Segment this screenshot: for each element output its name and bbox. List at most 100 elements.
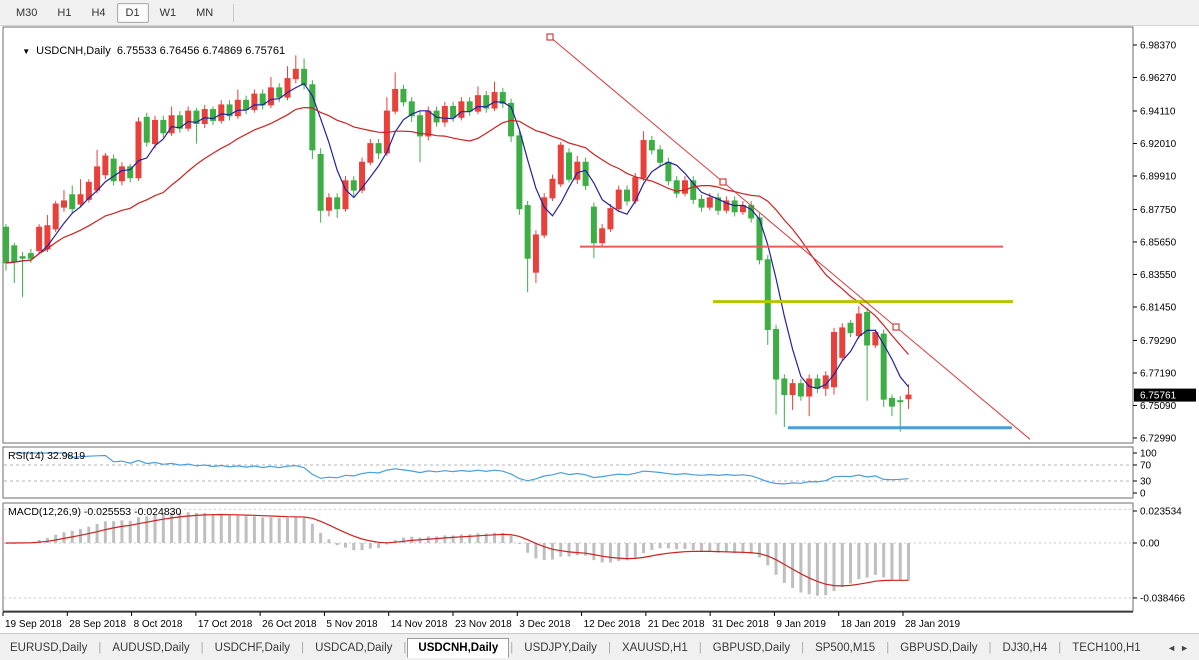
macd-bar: [626, 543, 629, 560]
macd-bar: [278, 518, 281, 543]
macd-bar: [683, 543, 686, 549]
bull-candle: [186, 111, 191, 128]
date-tick-label: 12 Dec 2018: [584, 619, 641, 630]
bull-candle: [442, 106, 447, 121]
macd-bar: [849, 543, 852, 584]
timeframe-button-d1[interactable]: D1: [117, 3, 149, 23]
macd-bar: [874, 543, 877, 575]
rsi-indicator-label: RSI(14) 32.9819: [8, 450, 85, 462]
tab-scroll-left-icon[interactable]: ◄: [1167, 643, 1180, 653]
bull-candle: [492, 93, 497, 108]
rsi-panel[interactable]: [3, 447, 1133, 498]
macd-bar: [907, 543, 910, 580]
price-panel[interactable]: [3, 27, 1133, 443]
macd-bar: [203, 513, 206, 543]
bear-candle: [699, 199, 704, 207]
tab-gbpusd-daily[interactable]: GBPUSD,Daily: [703, 638, 800, 658]
rsi-scale: 10070300: [1133, 449, 1157, 500]
bull-candle: [832, 333, 837, 387]
macd-bar: [195, 513, 198, 543]
macd-tick-label: 0.00: [1140, 539, 1160, 550]
bull-candle: [37, 227, 42, 250]
macd-bar: [576, 543, 579, 555]
timeframe-button-m30[interactable]: M30: [7, 3, 46, 23]
tab-tech100-h1[interactable]: TECH100,H1: [1062, 638, 1150, 658]
date-tick-label: 14 Nov 2018: [391, 619, 448, 630]
macd-bar: [882, 543, 885, 577]
tab-scroll-right-icon[interactable]: ►: [1180, 643, 1193, 653]
macd-bar: [534, 543, 537, 558]
macd-bar: [899, 543, 902, 580]
tab-usdcad-daily[interactable]: USDCAD,Daily: [305, 638, 402, 658]
macd-bar: [187, 512, 190, 543]
macd-bar: [62, 532, 65, 543]
macd-bar: [758, 543, 761, 558]
bear-candle: [898, 401, 903, 402]
macd-bar: [700, 543, 703, 551]
macd-bar: [311, 524, 314, 543]
bull-candle: [840, 328, 845, 357]
macd-bar: [112, 521, 115, 543]
macd-bar: [592, 543, 595, 560]
date-tick-label: 3 Dec 2018: [519, 619, 571, 630]
trendline-handle-2[interactable]: [893, 324, 899, 330]
bear-candle: [889, 398, 894, 406]
macd-bar: [518, 543, 521, 544]
tab-sp500-m15[interactable]: SP500,M15: [805, 638, 885, 658]
macd-bar: [791, 543, 794, 588]
bull-candle: [153, 120, 158, 143]
bull-candle: [78, 195, 83, 204]
macd-bar: [708, 543, 711, 552]
macd-bar: [559, 543, 562, 557]
date-tick-label: 8 Oct 2018: [134, 619, 183, 630]
bear-candle: [310, 85, 315, 150]
bull-candle: [707, 198, 712, 207]
macd-bar: [609, 543, 612, 562]
date-tick-label: 28 Sep 2018: [69, 619, 126, 630]
tab-usdcnh-daily[interactable]: USDCNH,Daily: [407, 638, 509, 658]
tab-gbpusd-daily[interactable]: GBPUSD,Daily: [890, 638, 987, 658]
bear-candle: [591, 207, 596, 243]
tab-usdjpy-daily[interactable]: USDJPY,Daily: [514, 638, 607, 658]
trendline-handle-1[interactable]: [720, 179, 726, 185]
trendline-handle-0[interactable]: [547, 34, 553, 40]
bear-candle: [4, 227, 9, 263]
tab-usdchf-daily[interactable]: USDCHF,Daily: [205, 638, 300, 658]
macd-bar: [303, 518, 306, 543]
macd-bar: [824, 543, 827, 595]
tab-scroll-arrows[interactable]: ◄►: [1167, 643, 1199, 653]
macd-bar: [443, 535, 446, 543]
price-tick-label: 6.96270: [1140, 73, 1177, 84]
chart-canvas[interactable]: 6.983706.962706.941106.920106.899106.877…: [0, 26, 1199, 633]
bull-candle: [95, 167, 100, 190]
macd-bar: [634, 543, 637, 558]
tab-audusd-daily[interactable]: AUDUSD,Daily: [102, 638, 199, 658]
bear-candle: [658, 150, 663, 162]
tab-dj30-h4[interactable]: DJ30,H4: [993, 638, 1058, 658]
macd-bar: [286, 518, 289, 543]
timeframe-button-h1[interactable]: H1: [48, 3, 80, 23]
macd-bar: [841, 543, 844, 587]
rsi-tick-label: 30: [1140, 477, 1152, 488]
price-scale[interactable]: 6.983706.962706.941106.920106.899106.877…: [1133, 41, 1196, 445]
bear-candle: [567, 153, 572, 179]
bear-candle: [865, 312, 870, 345]
bear-candle: [28, 254, 33, 259]
timeframe-button-w1[interactable]: W1: [151, 3, 186, 23]
timeframe-button-mn[interactable]: MN: [187, 3, 222, 23]
tab-xauusd-h1[interactable]: XAUUSD,H1: [612, 638, 698, 658]
bull-candle: [426, 111, 431, 136]
bull-candle: [53, 204, 58, 229]
timeframe-button-h4[interactable]: H4: [82, 3, 114, 23]
bull-candle: [608, 209, 613, 229]
time-scale[interactable]: 19 Sep 201828 Sep 20188 Oct 201817 Oct 2…: [3, 612, 1133, 630]
symbol-dropdown-icon[interactable]: ▼: [22, 47, 30, 56]
tab-eurusd-daily[interactable]: EURUSD,Daily: [0, 638, 97, 658]
macd-bar: [526, 543, 529, 553]
bull-candle: [906, 395, 911, 399]
macd-bar: [344, 543, 347, 548]
macd-bar: [162, 514, 165, 543]
price-tick-label: 6.92010: [1140, 139, 1177, 150]
macd-bar: [294, 517, 297, 543]
bull-candle: [235, 100, 240, 115]
